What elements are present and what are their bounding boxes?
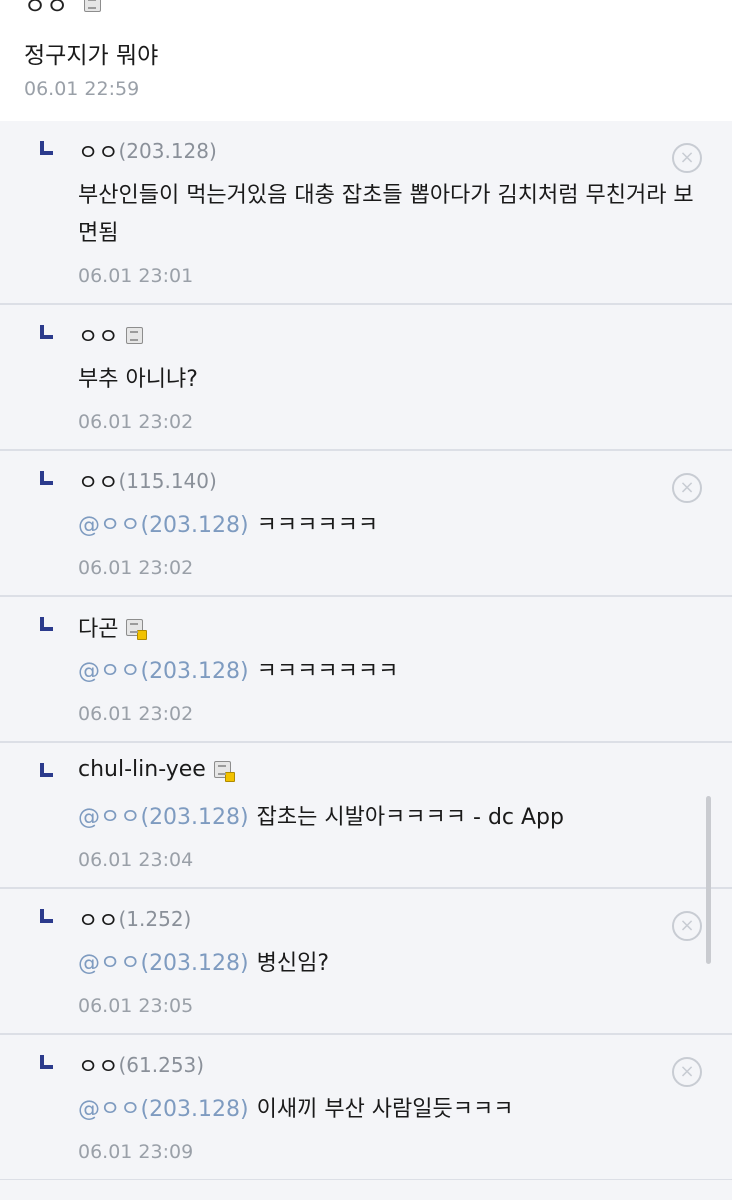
reply-ip: (61.253): [118, 1053, 205, 1077]
reply-item: ㅇㅇ (203.128) × 부산인들이 먹는거있음 대충 잡초들 뽑아다가 김…: [0, 121, 732, 305]
reply-nick[interactable]: ㅇㅇ: [78, 1049, 118, 1081]
reply-text: @ㅇㅇ(203.128) 병신임?: [78, 945, 708, 983]
delete-reply-button[interactable]: ×: [672, 1057, 702, 1087]
reply-mention[interactable]: @ㅇㅇ(203.128): [78, 1097, 249, 1122]
reply-author[interactable]: ㅇㅇ (61.253): [78, 1049, 204, 1081]
delete-reply-button[interactable]: ×: [672, 143, 702, 173]
reply-arrow-icon: [40, 471, 53, 485]
reply-mention[interactable]: @ㅇㅇ(203.128): [78, 659, 249, 684]
reply-mention[interactable]: @ㅇㅇ(203.128): [78, 805, 249, 830]
reply-ip: (1.252): [118, 907, 192, 931]
reply-mention[interactable]: @ㅇㅇ(203.128): [78, 951, 249, 976]
reply-arrow-icon: [40, 141, 53, 155]
reply-list: ㅇㅇ (203.128) × 부산인들이 먹는거있음 대충 잡초들 뽑아다가 김…: [0, 121, 732, 1181]
reply-ip: (115.140): [118, 469, 217, 493]
reply-message: 이새끼 부산 사람일듯ㅋㅋㅋ: [256, 1097, 514, 1122]
gallog-icon[interactable]: [84, 0, 102, 12]
reply-item: chul-lin-yee @ㅇㅇ(203.128) 잡초는 시발아ㅋㅋㅋㅋ - d…: [0, 743, 732, 889]
reply-item: 다곤 @ㅇㅇ(203.128) ㅋㅋㅋㅋㅋㅋㅋ 06.01 23:02: [0, 597, 732, 743]
scrollbar-thumb[interactable]: [706, 796, 711, 964]
reply-date: 06.01 23:05: [78, 995, 194, 1017]
reply-item: ㅇㅇ (61.253) × @ㅇㅇ(203.128) 이새끼 부산 사람일듯ㅋㅋㅋ…: [0, 1035, 732, 1181]
reply-message: ㅋㅋㅋㅋㅋㅋㅋ: [256, 659, 399, 684]
reply-nick[interactable]: ㅇㅇ: [78, 465, 118, 497]
reply-nick[interactable]: 다곤: [78, 611, 118, 643]
reply-author[interactable]: ㅇㅇ (203.128): [78, 135, 217, 167]
delete-reply-button[interactable]: ×: [672, 911, 702, 941]
reply-text: @ㅇㅇ(203.128) 이새끼 부산 사람일듯ㅋㅋㅋ: [78, 1091, 708, 1129]
reply-nick[interactable]: ㅇㅇ: [78, 319, 118, 351]
comment-text: 정구지가 뭐야: [24, 43, 159, 69]
reply-date: 06.01 23:02: [78, 411, 194, 433]
reply-date: 06.01 23:02: [78, 703, 194, 725]
reply-message: 병신임?: [256, 951, 330, 976]
reply-date: 06.01 23:01: [78, 265, 194, 287]
reply-text: 부추 아니냐?: [78, 367, 198, 392]
reply-arrow-icon: [40, 617, 53, 631]
comment-author[interactable]: ㅇㅇ: [24, 0, 102, 21]
next-reply-partial: [0, 1180, 732, 1200]
reply-nick[interactable]: chul-lin-yee: [78, 757, 206, 782]
reply-text: @ㅇㅇ(203.128) ㅋㅋㅋㅋㅋㅋ: [78, 507, 708, 545]
reply-item: ㅇㅇ (1.252) × @ㅇㅇ(203.128) 병신임? 06.01 23:0…: [0, 889, 732, 1035]
reply-author[interactable]: chul-lin-yee: [78, 757, 235, 782]
reply-text: 부산인들이 먹는거있음 대충 잡초들 뽑아다가 김치처럼 무친거라 보면됨: [78, 183, 694, 246]
reply-text: @ㅇㅇ(203.128) ㅋㅋㅋㅋㅋㅋㅋ: [78, 653, 708, 691]
reply-arrow-icon: [40, 763, 53, 777]
reply-arrow-icon: [40, 325, 53, 339]
reply-item: ㅇㅇ 부추 아니냐? 06.01 23:02: [0, 305, 732, 451]
reply-author[interactable]: ㅇㅇ: [78, 319, 144, 351]
reply-mention[interactable]: @ㅇㅇ(203.128): [78, 513, 249, 538]
reply-message: ㅋㅋㅋㅋㅋㅋ: [256, 513, 379, 538]
reply-text: @ㅇㅇ(203.128) 잡초는 시발아ㅋㅋㅋㅋ - dc App: [78, 799, 708, 837]
reply-author[interactable]: 다곤: [78, 611, 148, 643]
reply-message: 잡초는 시발아ㅋㅋㅋㅋ - dc App: [256, 805, 564, 830]
gallog-icon[interactable]: [126, 618, 148, 640]
reply-arrow-icon: [40, 1055, 53, 1069]
reply-ip: (203.128): [118, 139, 217, 163]
author-nick[interactable]: ㅇㅇ: [24, 0, 68, 21]
gallog-icon[interactable]: [213, 761, 235, 782]
reply-author[interactable]: ㅇㅇ (1.252): [78, 903, 191, 935]
gallog-icon[interactable]: [126, 326, 144, 344]
reply-item: ㅇㅇ (115.140) × @ㅇㅇ(203.128) ㅋㅋㅋㅋㅋㅋ 06.01 …: [0, 451, 732, 597]
reply-author[interactable]: ㅇㅇ (115.140): [78, 465, 217, 497]
reply-date: 06.01 23:04: [78, 849, 194, 871]
delete-reply-button[interactable]: ×: [672, 473, 702, 503]
reply-nick[interactable]: ㅇㅇ: [78, 903, 118, 935]
comment-date: 06.01 22:59: [24, 78, 140, 100]
parent-comment: ㅇㅇ 정구지가 뭐야 06.01 22:59: [0, 0, 732, 123]
reply-nick[interactable]: ㅇㅇ: [78, 135, 118, 167]
reply-arrow-icon: [40, 909, 53, 923]
reply-date: 06.01 23:09: [78, 1141, 194, 1163]
reply-date: 06.01 23:02: [78, 557, 194, 579]
